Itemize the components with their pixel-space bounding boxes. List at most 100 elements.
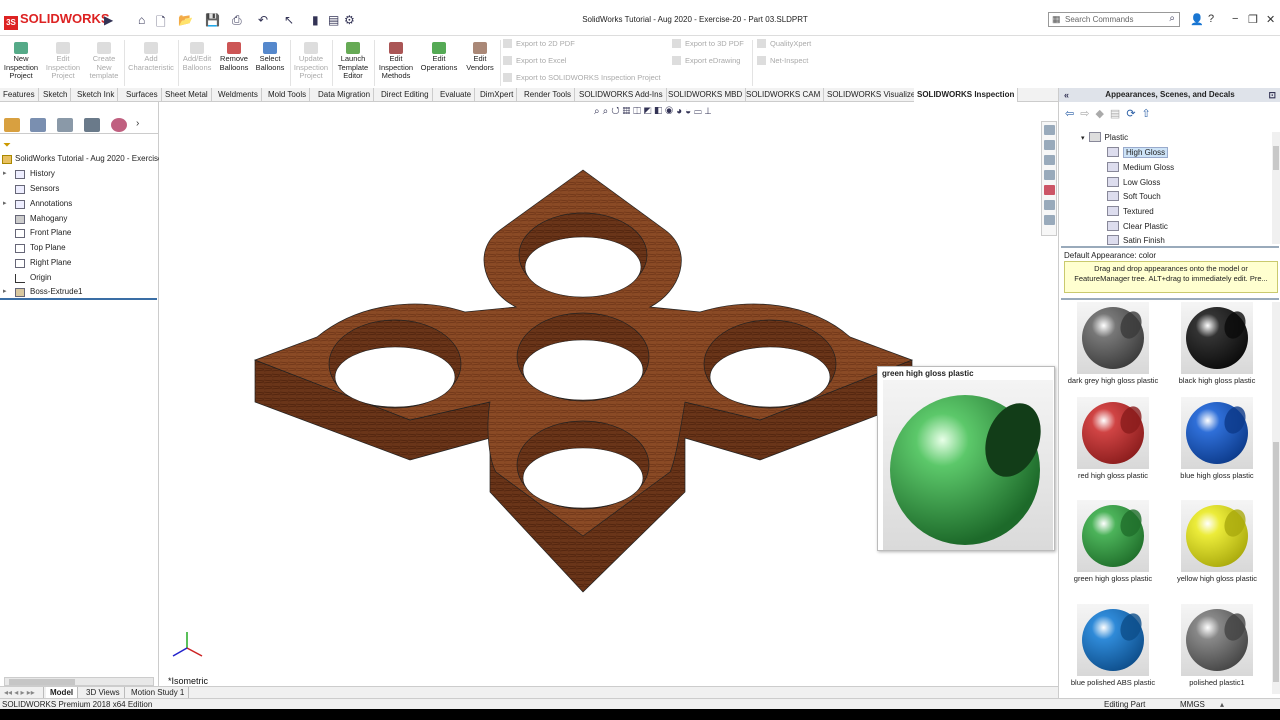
tree-item-annotations[interactable]: ▸ Annotations xyxy=(0,197,159,211)
dynamic-annotation-icon[interactable]: ◫ xyxy=(633,106,644,117)
design-library-tab-icon[interactable] xyxy=(1044,140,1055,150)
splitter[interactable] xyxy=(1061,246,1279,248)
view-settings-icon[interactable]: ▭ xyxy=(694,106,705,117)
expand-arrow-icon[interactable]: ▸ xyxy=(3,197,7,211)
collapse-panel-icon[interactable]: « xyxy=(1064,88,1069,102)
subfolder-high-gloss[interactable]: High Gloss xyxy=(1107,146,1169,159)
tab-evaluate[interactable]: Evaluate xyxy=(437,88,476,102)
tree-item-boss-extrude1[interactable]: ▸ Boss-Extrude1 xyxy=(0,285,159,299)
search-scope-icon[interactable]: ▦ xyxy=(1052,14,1061,25)
help-icon[interactable]: ? xyxy=(1208,13,1214,25)
tree-item-history[interactable]: ▸ History xyxy=(0,167,159,181)
scrollbar-thumb[interactable] xyxy=(9,679,75,685)
close-icon[interactable]: ✕ xyxy=(1266,13,1275,26)
hide-show-items-icon[interactable]: ◉ xyxy=(665,106,676,117)
appearances-tab-icon[interactable] xyxy=(1044,185,1055,195)
subfolder-medium-gloss[interactable]: Medium Gloss xyxy=(1107,161,1174,174)
up-level-icon[interactable]: ⇧ xyxy=(1142,108,1157,120)
edit-operations-button[interactable]: Edit Operations xyxy=(418,42,460,72)
add-to-favorites-icon[interactable]: ◆ xyxy=(1095,108,1109,120)
tab-solidworks-cam[interactable]: SOLIDWORKS CAM xyxy=(743,88,825,102)
tab-data-migration[interactable]: Data Migration xyxy=(315,88,375,102)
displaymanager-tab-icon[interactable] xyxy=(111,118,127,132)
part-top-face[interactable] xyxy=(254,169,913,537)
dimxpertmanager-tab-icon[interactable] xyxy=(84,118,100,132)
search-icon[interactable]: ⌕ xyxy=(1169,13,1175,24)
custom-properties-tab-icon[interactable] xyxy=(1044,200,1055,210)
subfolder-textured[interactable]: Textured xyxy=(1107,205,1154,218)
new-inspection-project-button[interactable]: New Inspection Project xyxy=(3,42,39,81)
export-excel-button[interactable]: Export to Excel xyxy=(503,56,566,65)
restore-icon[interactable]: ❐ xyxy=(1248,13,1258,26)
edit-inspection-project-button[interactable]: Edit Inspection Project xyxy=(45,42,81,81)
zoom-area-icon[interactable]: ⌕ xyxy=(603,106,612,117)
tab-mold-tools[interactable]: Mold Tools xyxy=(265,88,311,102)
tab-solidworks-visualize[interactable]: SOLIDWORKS Visualize xyxy=(824,88,920,102)
edit-vendors-button[interactable]: Edit Vendors xyxy=(462,42,498,72)
swatch-yellow[interactable]: yellow high gloss plastic xyxy=(1165,500,1269,583)
configurationmanager-tab-icon[interactable] xyxy=(57,118,73,132)
export-inspection-project-button[interactable]: Export to SOLIDWORKS Inspection Project xyxy=(503,73,661,82)
subfolder-soft-touch[interactable]: Soft Touch xyxy=(1107,190,1161,203)
featuremanager-tab-icon[interactable] xyxy=(4,118,20,132)
tree-item-material[interactable]: Mahogany xyxy=(0,212,159,226)
plastic-folder[interactable]: ▾ Plastic xyxy=(1081,131,1128,144)
pin-icon[interactable]: ⊡ xyxy=(1268,88,1276,102)
filter-icon[interactable]: ⏷ xyxy=(3,140,11,151)
expand-arrow-icon[interactable]: ▸ xyxy=(3,285,7,299)
tab-sketch-ink[interactable]: Sketch Ink xyxy=(74,88,119,102)
update-inspection-project-button[interactable]: Update Inspection Project xyxy=(292,42,330,81)
tab-solidworks-add-ins[interactable]: SOLIDWORKS Add-Ins xyxy=(576,88,667,102)
swatch-polished-plastic1[interactable]: polished plastic1 xyxy=(1165,604,1269,687)
rollback-bar[interactable] xyxy=(0,298,157,300)
propertymanager-tab-icon[interactable] xyxy=(30,118,46,132)
swatch-red[interactable]: red high gloss plastic xyxy=(1061,397,1165,480)
section-view-icon[interactable]: ▦ xyxy=(623,106,634,117)
tree-item-origin[interactable]: Origin xyxy=(0,271,159,285)
add-edit-balloons-button[interactable]: Add/Edit Balloons xyxy=(180,42,214,72)
swatch-green[interactable]: green high gloss plastic xyxy=(1061,500,1165,583)
tab-render-tools[interactable]: Render Tools xyxy=(521,88,575,102)
add-characteristic-button[interactable]: Add Characteristic xyxy=(126,42,176,72)
tree-item-right-plane[interactable]: Right Plane xyxy=(0,256,159,270)
tab-sheet-metal[interactable]: Sheet Metal xyxy=(162,88,212,102)
qualityxpert-button[interactable]: QualityXpert xyxy=(757,39,811,48)
back-arrow-icon[interactable]: ⇦ xyxy=(1065,108,1080,120)
tree-item-top-plane[interactable]: Top Plane xyxy=(0,241,159,255)
previous-view-icon[interactable]: ↺ xyxy=(611,106,622,117)
apply-scene-icon[interactable]: ◒ xyxy=(685,106,694,117)
refresh-icon[interactable]: ⟳ xyxy=(1126,108,1141,120)
view-orientation-icon[interactable]: ◩ xyxy=(644,106,655,117)
zoom-to-fit-icon[interactable]: ⌕ xyxy=(594,106,603,117)
heads-up-view-toolbar[interactable]: ⌕⌕↺▦◫◩◧◉◕◒▭⊥ xyxy=(594,106,714,117)
resources-tab-icon[interactable] xyxy=(1044,125,1055,135)
swatch-blue[interactable]: blue high gloss plastic xyxy=(1165,397,1269,480)
splitter[interactable] xyxy=(1061,298,1279,300)
tab-weldments[interactable]: Weldments xyxy=(215,88,262,102)
forward-arrow-icon[interactable]: ⇨ xyxy=(1080,108,1095,120)
display-style-icon[interactable]: ◧ xyxy=(655,106,666,117)
tab-features[interactable]: Features xyxy=(0,88,39,102)
edit-appearance-icon[interactable]: ◕ xyxy=(676,106,685,117)
folder-options-icon[interactable]: ▤ xyxy=(1110,108,1126,120)
create-new-template-button[interactable]: Create New template xyxy=(86,42,122,81)
tab-solidworks-inspection[interactable]: SOLIDWORKS Inspection xyxy=(914,88,1019,102)
tree-horizontal-scrollbar[interactable] xyxy=(4,677,154,686)
remove-balloons-button[interactable]: Remove Balloons xyxy=(217,42,251,72)
minimize-icon[interactable]: − xyxy=(1232,13,1238,25)
subfolder-clear-plastic[interactable]: Clear Plastic xyxy=(1107,220,1168,233)
user-icon[interactable]: 👤 xyxy=(1190,13,1204,26)
collapse-arrow-icon[interactable]: ▾ xyxy=(1081,135,1085,142)
scrollbar-thumb[interactable] xyxy=(1273,146,1279,170)
tab-direct-editing[interactable]: Direct Editing xyxy=(378,88,433,102)
launch-template-editor-button[interactable]: Launch Template Editor xyxy=(334,42,372,81)
view-palette-tab-icon[interactable] xyxy=(1044,170,1055,180)
export-2d-pdf-button[interactable]: Export to 2D PDF xyxy=(503,39,575,48)
tree-item-front-plane[interactable]: Front Plane xyxy=(0,226,159,240)
edit-inspection-methods-button[interactable]: Edit Inspection Methods xyxy=(376,42,416,81)
swatch-dark-grey[interactable]: dark grey high gloss plastic xyxy=(1061,302,1165,385)
select-balloons-button[interactable]: Select Balloons xyxy=(253,42,287,72)
search-commands-input[interactable]: ▦ Search Commands ⌕ xyxy=(1048,12,1180,27)
scrollbar-thumb[interactable] xyxy=(1273,442,1279,682)
export-edrawing-button[interactable]: Export eDrawing xyxy=(672,56,740,65)
